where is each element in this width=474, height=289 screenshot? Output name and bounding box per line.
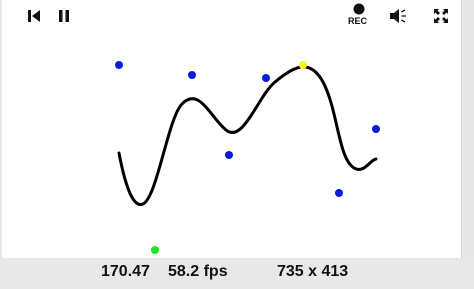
volume-button[interactable] [386,0,410,31]
control-point[interactable] [188,71,196,79]
time-display: 170.47 [101,263,150,280]
render-canvas[interactable] [2,0,462,258]
control-point[interactable] [262,74,270,82]
control-point[interactable] [115,61,123,69]
scene-svg [115,61,380,254]
control-point[interactable] [335,189,343,197]
rewind-button[interactable] [24,0,44,31]
record-button[interactable]: REC [346,0,372,31]
fullscreen-icon [434,8,448,23]
fps-display: 58.2 fps [168,263,228,280]
shader-player: 170.47 58.2 fps 735 x 413 REC [0,0,474,289]
pause-icon [59,9,69,22]
player-controls [0,258,474,289]
spline-curve [117,65,378,207]
rec-label: REC [348,16,368,26]
control-point[interactable] [372,125,380,133]
control-point-highlighted[interactable] [299,61,307,69]
fullscreen-button[interactable] [430,0,452,31]
skip-to-start-icon [28,9,40,22]
pause-button[interactable] [54,0,74,31]
control-point-active[interactable] [151,246,159,254]
resolution-display: 735 x 413 [277,263,349,280]
control-point[interactable] [225,151,233,159]
record-icon [353,3,365,15]
volume-icon [390,8,406,23]
